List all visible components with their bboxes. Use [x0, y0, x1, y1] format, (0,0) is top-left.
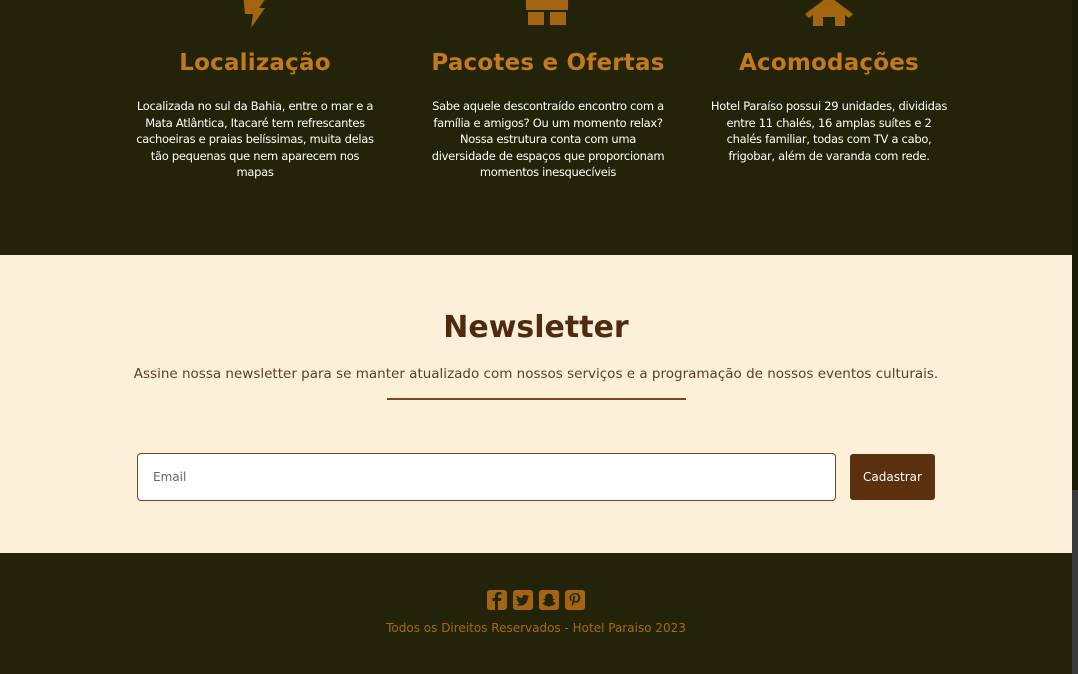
- cadastrar-button[interactable]: Cadastrar: [850, 454, 935, 500]
- copyright: Todos os Direitos Reservados - Hotel Par…: [386, 621, 686, 635]
- newsletter-subtitle: Assine nossa newsletter para se manter a…: [133, 366, 939, 382]
- house-icon: [805, 0, 853, 28]
- divider: [387, 398, 686, 400]
- features-section: Localização Localizada no sul da Bahia, …: [0, 0, 1072, 255]
- feature-title: Acomodações: [739, 50, 919, 76]
- pinterest-icon[interactable]: [565, 590, 585, 610]
- feature-title: Localização: [179, 50, 331, 76]
- snapchat-icon[interactable]: [539, 590, 559, 610]
- newsletter-section: Newsletter Assine nossa newsletter para …: [0, 255, 1072, 553]
- social-links: [0, 590, 1072, 610]
- twitter-icon[interactable]: [513, 590, 533, 610]
- newsletter-title: Newsletter: [443, 310, 629, 345]
- feature-text: Sabe aquele descontraído encontro com a …: [431, 99, 665, 179]
- feature-title: Pacotes e Ofertas: [431, 50, 665, 76]
- scrollbar[interactable]: [1072, 0, 1078, 674]
- email-input[interactable]: [137, 453, 836, 501]
- feature-text: Hotel Paraíso possui 29 unidades, dividi…: [710, 99, 948, 163]
- footer: Todos os Direitos Reservados - Hotel Par…: [0, 553, 1072, 674]
- gift-icon: [526, 0, 570, 28]
- facebook-icon[interactable]: [487, 590, 507, 610]
- scrollbar-thumb[interactable]: [1072, 490, 1078, 674]
- feature-text: Localizada no sul da Bahia, entre o mar …: [136, 99, 374, 179]
- plane-icon: [235, 0, 275, 30]
